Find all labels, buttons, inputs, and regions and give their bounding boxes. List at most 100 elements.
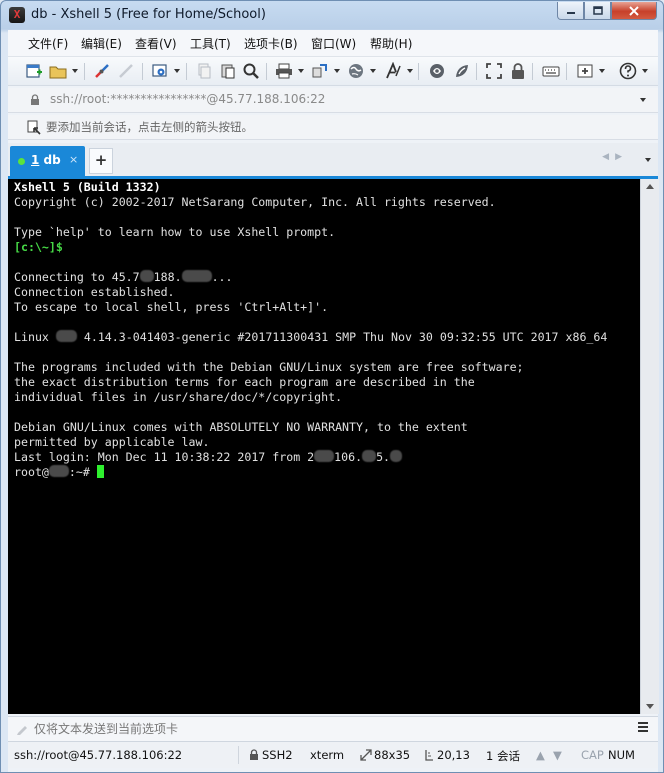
menu-help[interactable]: 帮助(H) (370, 35, 412, 52)
compose-input[interactable] (34, 720, 594, 737)
tab-close-icon[interactable]: × (69, 153, 78, 166)
new-tab-button[interactable]: + (89, 148, 113, 174)
session-hint-text: 要添加当前会话，点击左侧的箭头按钮。 (46, 120, 253, 134)
xshell-script-button[interactable] (452, 61, 472, 81)
properties-icon (152, 64, 167, 77)
menu-tools[interactable]: 工具(T) (190, 35, 231, 52)
menu-file[interactable]: 文件(F) (28, 35, 68, 52)
menu-edit[interactable]: 编辑(E) (81, 35, 122, 52)
toolbar-separator (142, 63, 143, 80)
redacted-block (139, 270, 154, 282)
terminal-text: 4.14.3-041403-generic #201711300431 SMP … (76, 330, 608, 344)
xftp-icon (430, 64, 444, 78)
open-session-dropdown-caret[interactable] (72, 69, 78, 73)
keyboard-button[interactable] (541, 61, 561, 81)
address-input[interactable]: ssh://root:****************@45.77.188.10… (50, 92, 325, 106)
session-up-arrow-icon[interactable]: ▲ (536, 748, 545, 762)
paste-button[interactable] (218, 61, 238, 81)
terminal-text: Connecting to 45.7 (14, 270, 140, 284)
scroll-up-arrow-icon[interactable] (646, 184, 654, 189)
close-button[interactable] (611, 2, 657, 20)
scroll-down-arrow-icon[interactable] (646, 704, 654, 709)
app-window: X db - Xshell 5 (Free for Home/School) 文… (0, 0, 664, 773)
copy-button[interactable] (194, 61, 214, 81)
disconnect-button[interactable] (116, 61, 136, 81)
terminal-line: Connection established. (14, 285, 175, 299)
lock-icon (31, 94, 39, 105)
address-dropdown-caret[interactable] (640, 98, 646, 102)
xshell-app-icon[interactable]: X (9, 7, 25, 23)
window-title: db - Xshell 5 (Free for Home/School) (31, 7, 266, 22)
terminal-text: Last login: Mon Dec 11 10:38:22 2017 fro… (14, 450, 315, 464)
tab-name: db (43, 153, 61, 167)
properties-button[interactable] (150, 61, 170, 81)
terminal-line: Copyright (c) 2002-2017 NetSarang Comput… (14, 195, 496, 209)
terminal-scrollbar[interactable] (640, 179, 659, 714)
open-session-button[interactable] (48, 61, 68, 81)
status-protocol: SSH2 (262, 748, 293, 762)
tab-scroll-arrows[interactable]: ◀▶ (602, 152, 628, 162)
menu-tabs[interactable]: 选项卡(B) (244, 35, 298, 52)
globe-dropdown-caret[interactable] (370, 69, 376, 73)
maximize-button[interactable] (584, 2, 611, 20)
add-tab-dropdown-caret[interactable] (599, 69, 605, 73)
help-dropdown-caret[interactable] (642, 69, 648, 73)
lock-button[interactable] (508, 61, 528, 81)
redacted-block (48, 465, 69, 477)
status-separator (238, 746, 239, 764)
terminal-text: 188. (153, 270, 182, 284)
globe-button[interactable] (346, 61, 366, 81)
print-button[interactable] (274, 61, 294, 81)
title-bar[interactable]: X db - Xshell 5 (Free for Home/School) (1, 1, 663, 29)
keyboard-icon (542, 66, 560, 77)
status-bar: ssh://root@45.77.188.106:22 SSH2 xterm 8… (8, 742, 658, 768)
menu-view[interactable]: 查看(V) (135, 35, 177, 52)
transfer-dropdown-caret[interactable] (334, 69, 340, 73)
transfer-icon (312, 64, 327, 78)
fullscreen-icon (486, 63, 502, 79)
tab-db[interactable]: 1 db × (10, 146, 85, 176)
redacted-block (181, 270, 212, 282)
tab-list-dropdown-caret[interactable] (645, 158, 651, 162)
connect-icon (95, 64, 109, 78)
copy-icon (198, 63, 211, 79)
new-session-button[interactable] (24, 61, 44, 81)
terminal-text: :~# (68, 465, 97, 479)
menu-window[interactable]: 窗口(W) (311, 35, 356, 52)
client-area: 文件(F) 编辑(E) 查看(V) 工具(T) 选项卡(B) 窗口(W) 帮助(… (8, 30, 659, 772)
terminal-line: Type `help' to learn how to use Xshell p… (14, 225, 336, 239)
compose-menu-icon[interactable] (638, 722, 648, 732)
transfer-button[interactable] (310, 61, 330, 81)
add-session-arrow-icon[interactable] (26, 119, 42, 135)
pencil-icon (17, 726, 27, 735)
session-down-arrow-icon[interactable]: ▼ (553, 748, 562, 762)
close-icon (629, 6, 639, 16)
status-size: 88x35 (374, 748, 411, 762)
cursor-position-icon (425, 750, 433, 761)
terminal-screen[interactable]: Xshell 5 (Build 1332) Copyright (c) 2002… (8, 179, 640, 714)
tab-label: 1 db (31, 153, 61, 167)
redacted-block (390, 450, 403, 462)
properties-dropdown-caret[interactable] (174, 69, 180, 73)
lock-icon (512, 63, 524, 79)
minimize-button[interactable] (557, 2, 584, 20)
add-tab-button[interactable] (575, 61, 595, 81)
terminal-text: ... (211, 270, 233, 284)
font-button[interactable] (383, 61, 403, 81)
print-dropdown-caret[interactable] (298, 69, 304, 73)
disconnect-icon (119, 64, 133, 78)
font-dropdown-caret[interactable] (407, 69, 413, 73)
terminal-line: Xshell 5 (Build 1332) (14, 180, 161, 194)
find-button[interactable] (241, 61, 261, 81)
terminal-line: Last login: Mon Dec 11 10:38:22 2017 fro… (14, 450, 403, 465)
status-connection: ssh://root@45.77.188.106:22 (14, 748, 183, 762)
globe-icon (349, 64, 363, 78)
xftp-button[interactable] (427, 61, 447, 81)
connect-button[interactable] (92, 61, 112, 81)
fullscreen-button[interactable] (484, 61, 504, 81)
terminal-line: The programs included with the Debian GN… (14, 360, 524, 374)
redacted-block (55, 330, 77, 342)
terminal-line: individual files in /usr/share/doc/*/cop… (14, 390, 343, 404)
toolbar-separator (84, 63, 85, 80)
help-button[interactable] (618, 61, 638, 81)
